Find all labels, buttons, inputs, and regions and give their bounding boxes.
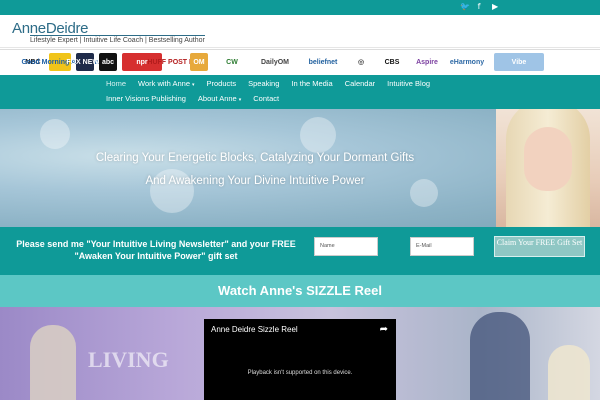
nav-item-label: Calendar [344, 79, 376, 88]
twitter-icon[interactable]: 🐦 [460, 2, 470, 12]
press-logo: Aspire [414, 53, 440, 71]
press-logo: beliefnet [299, 53, 347, 71]
nav-item-label: Products [206, 79, 237, 88]
hero-line-1: Clearing Your Energetic Blocks, Catalyzi… [95, 152, 415, 164]
nav-item-label: Contact [253, 94, 280, 103]
playback-message: Playback isn't supported on this device. [247, 370, 353, 376]
hero-headline: Clearing Your Energetic Blocks, Catalyzi… [0, 147, 510, 193]
nav-item-label: Home [106, 79, 127, 88]
press-logo: abc [99, 53, 117, 71]
press-logo: FOX NEWS [66, 53, 104, 71]
sizzle-section: Watch Anne's SIZZLE Reel [0, 275, 600, 307]
video-title[interactable]: Anne Deidre Sizzle Reel [211, 325, 298, 334]
nav-item-about-anne[interactable]: About Anne ▾ [192, 92, 247, 105]
nav-item-products[interactable]: Products [201, 77, 243, 90]
claim-gift-button[interactable]: Claim Your FREE Gift Set [494, 236, 585, 257]
sizzle-title: Watch Anne's SIZZLE Reel [218, 283, 382, 298]
chevron-down-icon: ▾ [238, 97, 242, 103]
press-logo: ◎ [352, 53, 370, 71]
youtube-icon[interactable]: ▶ [492, 2, 498, 12]
nav-item-in-the-media[interactable]: In the Media [285, 77, 338, 90]
background-person [470, 312, 530, 400]
top-bar: 🐦 f ▶ [0, 0, 600, 15]
press-logo: eHarmony [445, 53, 489, 71]
press-logos: NBC Good Morning America FOX NEWS abc npr HUF… [21, 53, 544, 71]
press-logo: Vibe [494, 53, 544, 71]
press-logo: CBS [375, 53, 409, 71]
background-person [548, 345, 590, 400]
main-nav: Home Work with Anne ▾ Products Speaking In th… [0, 75, 600, 109]
press-logo: DailyOM [256, 53, 294, 71]
video-player[interactable]: Anne Deidre Sizzle Reel ➦ Playback isn't… [204, 319, 396, 400]
nav-row-1: Home Work with Anne ▾ Products Speaking In th… [100, 77, 436, 90]
signup-text: Please send me "Your Intuitive Living Ne… [16, 239, 296, 261]
nav-item-speaking[interactable]: Speaking [242, 77, 285, 90]
video-background: LIVING Anne Deidre Sizzle Reel ➦ Playbac… [0, 307, 600, 400]
nav-item-home[interactable]: Home [100, 77, 132, 90]
nav-item-calendar[interactable]: Calendar [339, 77, 381, 90]
facebook-icon[interactable]: f [476, 2, 482, 12]
nav-row-2: Inner Visions Publishing About Anne ▾ Conta… [100, 92, 285, 105]
nav-item-label: Work with Anne [138, 79, 190, 88]
nav-item-contact[interactable]: Contact [247, 92, 285, 105]
background-text: LIVING [88, 347, 169, 372]
email-field[interactable]: E-Mail [410, 237, 474, 256]
bokeh-light [40, 119, 70, 149]
nav-item-label: In the Media [291, 79, 333, 88]
name-field[interactable]: Name [314, 237, 378, 256]
newsletter-signup: Please send me "Your Intuitive Living Ne… [0, 227, 600, 275]
nav-item-label: Speaking [248, 79, 280, 88]
hero-line-2: And Awakening Your Divine Intuitive Powe… [145, 175, 365, 187]
site-header: AnneDeidre Lifestyle Expert | Intuitive … [0, 15, 600, 48]
press-logo: CW [213, 53, 251, 71]
nav-item-label: About Anne [197, 94, 237, 103]
nav-item-intuitive-blog[interactable]: Intuitive Blog [381, 77, 436, 90]
press-logos-bar: NBC Good Morning America FOX NEWS abc npr HUF… [0, 49, 600, 75]
nav-item-label: Intuitive Blog [387, 79, 431, 88]
nav-item-work-with-anne[interactable]: Work with Anne ▾ [132, 77, 201, 90]
press-logo: OM [190, 53, 208, 71]
share-icon[interactable]: ➦ [380, 324, 388, 335]
press-logo: HUFF POST LIVE [147, 53, 205, 71]
nav-item-label: Inner Visions Publishing [106, 94, 186, 103]
chevron-down-icon: ▾ [192, 82, 195, 88]
anne-portrait [496, 109, 600, 227]
hero-banner: Clearing Your Energetic Blocks, Catalyzi… [0, 109, 600, 227]
portrait-face [524, 127, 572, 191]
site-tagline: Lifestyle Expert | Intuitive Life Coach … [30, 35, 205, 44]
background-person [30, 325, 76, 400]
nav-item-inner-visions-publishing[interactable]: Inner Visions Publishing [100, 92, 192, 105]
social-links: 🐦 f ▶ [460, 2, 498, 12]
